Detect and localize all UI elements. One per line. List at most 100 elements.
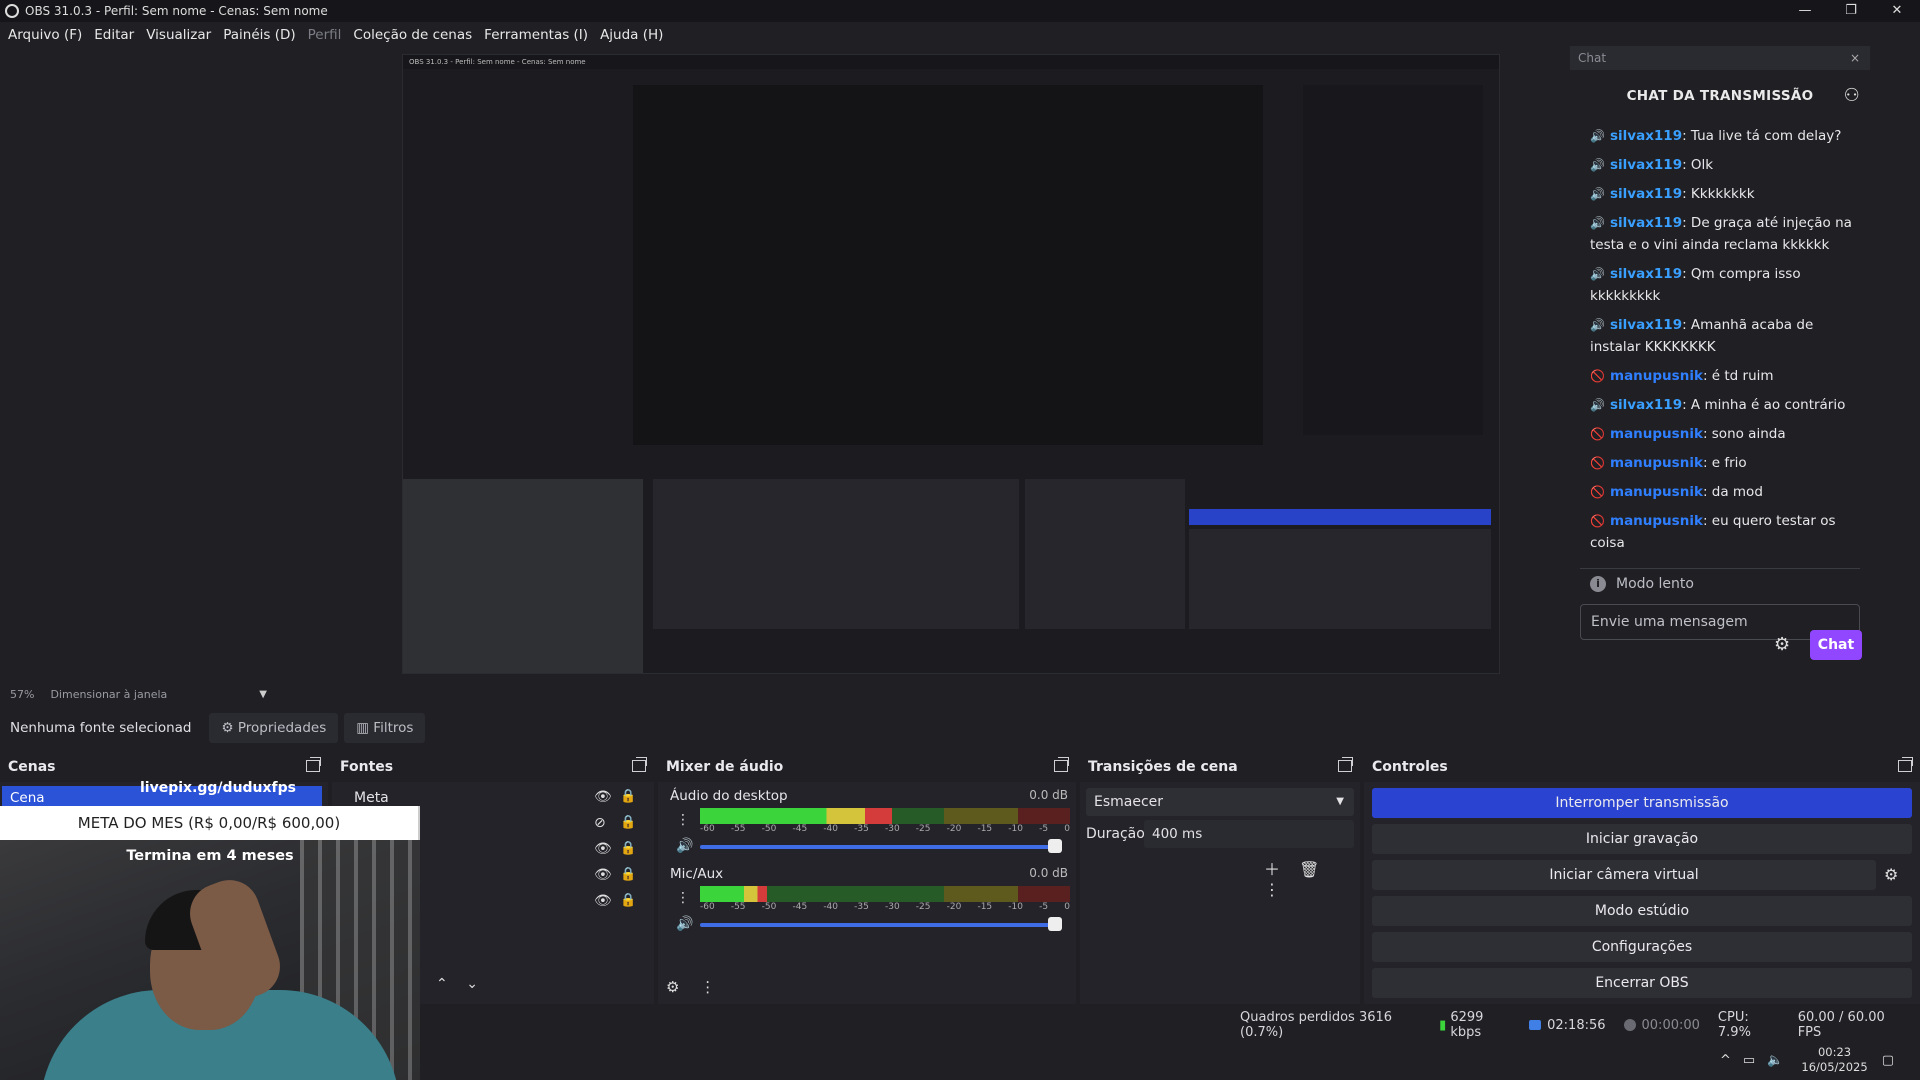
lock-icon[interactable]: 🔒: [620, 815, 636, 830]
speaker-icon[interactable]: 🔊: [1590, 212, 1606, 234]
minimize-button[interactable]: —: [1782, 0, 1828, 22]
settings-button[interactable]: Configurações: [1372, 932, 1912, 962]
speaker-icon[interactable]: 🔊: [1590, 314, 1606, 336]
volume-meter: [700, 886, 1070, 902]
speaker-muted-icon[interactable]: 🚫: [1590, 510, 1606, 532]
eye-icon[interactable]: 👁: [594, 867, 612, 883]
eye-icon[interactable]: 👁: [594, 893, 612, 909]
chevron-up-icon[interactable]: ⌃: [436, 976, 448, 992]
chat-actions: ⚙ Chat: [1570, 630, 1862, 660]
goal-ends-caption: Termina em 4 meses: [126, 848, 294, 864]
speaker-icon[interactable]: 🔊: [676, 916, 693, 932]
menu-colecao-cenas[interactable]: Coleção de cenas: [353, 27, 472, 43]
speaker-icon[interactable]: 🔊: [1590, 394, 1606, 416]
lock-icon[interactable]: 🔒: [620, 893, 636, 908]
speaker-icon[interactable]: 🔊: [1590, 125, 1606, 147]
speaker-muted-icon[interactable]: 🚫: [1590, 423, 1606, 445]
kebab-menu-icon[interactable]: ⋮: [676, 812, 690, 828]
exit-button[interactable]: Encerrar OBS: [1372, 968, 1912, 998]
speaker-icon[interactable]: 🔊: [1590, 263, 1606, 285]
studio-mode-button[interactable]: Modo estúdio: [1372, 896, 1912, 926]
chat-message: 🚫 manupusnik: e frio: [1570, 449, 1870, 478]
menu-perfil[interactable]: Perfil: [308, 27, 342, 43]
start-virtual-camera-button[interactable]: Iniciar câmera virtual: [1372, 860, 1876, 890]
chat-username[interactable]: manupusnik: [1610, 455, 1703, 471]
menu-ferramentas[interactable]: Ferramentas (I): [484, 27, 588, 43]
speaker-icon[interactable]: 🔊: [1590, 154, 1606, 176]
notification-icon[interactable]: ▢: [1882, 1053, 1894, 1068]
start-recording-button[interactable]: Iniciar gravação: [1372, 824, 1912, 854]
popout-icon[interactable]: [632, 757, 647, 772]
volume-slider[interactable]: [700, 845, 1062, 849]
chevron-up-icon[interactable]: ^: [1720, 1053, 1731, 1068]
stop-streaming-button[interactable]: Interromper transmissão: [1372, 788, 1912, 818]
volume-slider-handle[interactable]: [1048, 917, 1062, 931]
chat-username[interactable]: silvax119: [1610, 317, 1682, 333]
transitions-header: Transições de cena: [1080, 752, 1360, 782]
chat-username[interactable]: silvax119: [1610, 128, 1682, 144]
eye-off-icon[interactable]: ⊘: [594, 815, 606, 831]
volume-slider[interactable]: [700, 923, 1062, 927]
chat-username[interactable]: silvax119: [1610, 215, 1682, 231]
close-button[interactable]: ✕: [1874, 0, 1920, 22]
speaker-icon[interactable]: 🔊: [1590, 183, 1606, 205]
chat-username[interactable]: silvax119: [1610, 397, 1682, 413]
filters-button[interactable]: ▥ Filtros: [344, 713, 426, 743]
users-icon[interactable]: ⚇: [1844, 70, 1860, 122]
advanced-audio-gear-icon[interactable]: ⚙: [666, 978, 679, 996]
chat-username[interactable]: manupusnik: [1610, 484, 1703, 500]
chat-username[interactable]: silvax119: [1610, 157, 1682, 173]
properties-button[interactable]: ⚙ Propriedades: [209, 713, 339, 743]
chat-text: : é td ruim: [1702, 368, 1774, 384]
chat-username[interactable]: manupusnik: [1610, 513, 1703, 529]
speaker-muted-icon[interactable]: 🚫: [1590, 452, 1606, 474]
nested-stop-stream: [1189, 509, 1491, 525]
menu-editar[interactable]: Editar: [94, 27, 134, 43]
chat-username[interactable]: manupusnik: [1610, 426, 1703, 442]
plus-icon[interactable]: ＋: [1264, 860, 1280, 879]
popout-icon[interactable]: [1054, 757, 1069, 772]
lock-icon[interactable]: 🔒: [620, 867, 636, 882]
lock-icon[interactable]: 🔒: [620, 841, 636, 856]
preview-canvas[interactable]: OBS 31.0.3 - Perfil: Sem nome - Cenas: S…: [0, 48, 1568, 684]
eye-icon[interactable]: 👁: [594, 841, 612, 857]
chat-send-button[interactable]: Chat: [1810, 630, 1862, 660]
kebab-menu-icon[interactable]: ⋮: [676, 890, 690, 906]
chat-username[interactable]: silvax119: [1610, 186, 1682, 202]
info-icon: i: [1590, 575, 1606, 592]
gear-icon[interactable]: ⚙: [1884, 865, 1898, 884]
menu-paineis[interactable]: Painéis (D): [223, 27, 295, 43]
chevron-down-icon[interactable]: ⌄: [466, 976, 478, 992]
chevron-down-icon[interactable]: ▼: [259, 689, 267, 700]
chat-username[interactable]: silvax119: [1610, 266, 1682, 282]
source-name: Meta: [354, 790, 389, 806]
gear-icon[interactable]: ⚙: [1774, 634, 1790, 655]
kebab-menu-icon[interactable]: ⋮: [1264, 880, 1280, 899]
network-icon[interactable]: ▭: [1743, 1053, 1755, 1068]
lock-icon[interactable]: 🔒: [620, 789, 636, 804]
popout-icon[interactable]: [1338, 757, 1353, 772]
meter-ticks: -60 -55 -50 -45 -40 -35 -30 -25 -20 -15 -10 -5 0: [700, 902, 1070, 912]
maximize-button[interactable]: ❐: [1828, 0, 1874, 22]
eye-icon[interactable]: 👁: [594, 789, 612, 805]
volume-slider-handle[interactable]: [1048, 839, 1062, 853]
speaker-muted-icon[interactable]: 🚫: [1590, 365, 1606, 387]
popout-icon[interactable]: [306, 757, 321, 772]
zoom-mode[interactable]: Dimensionar à janela: [50, 688, 167, 701]
transition-select[interactable]: Esmaecer ▼: [1086, 788, 1354, 816]
clock[interactable]: 00:23 16/05/2025: [1801, 1045, 1867, 1075]
trash-icon[interactable]: 🗑: [1299, 860, 1319, 879]
kebab-menu-icon[interactable]: ⋮: [700, 978, 715, 996]
menu-ajuda[interactable]: Ajuda (H): [600, 27, 663, 43]
chat-message: 🚫 manupusnik: eu quero testar os coisa: [1570, 507, 1870, 558]
duration-spinbox[interactable]: 400 ms: [1144, 820, 1354, 848]
close-icon[interactable]: ×: [1850, 46, 1860, 70]
chat-username[interactable]: manupusnik: [1610, 368, 1703, 384]
popout-icon[interactable]: [1898, 757, 1913, 772]
speaker-icon[interactable]: 🔈: [1767, 1053, 1783, 1068]
menu-arquivo[interactable]: Arquivo (F): [8, 27, 82, 43]
meter-tick: -60: [700, 824, 715, 834]
menu-visualizar[interactable]: Visualizar: [146, 27, 211, 43]
speaker-icon[interactable]: 🔊: [676, 838, 693, 854]
speaker-muted-icon[interactable]: 🚫: [1590, 481, 1606, 503]
